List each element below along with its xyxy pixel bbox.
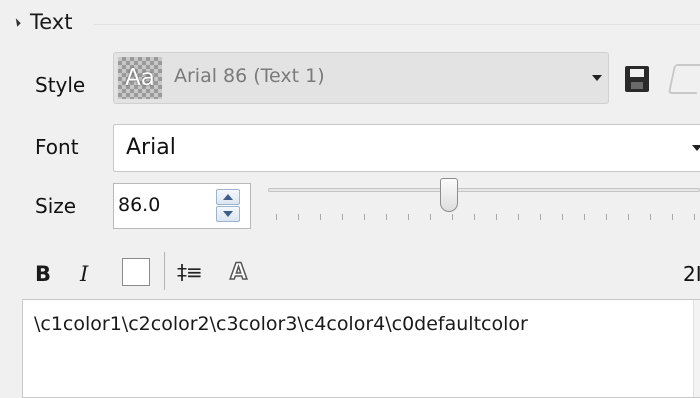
chevron-down-icon[interactable]: [692, 145, 700, 151]
slider-tick: [518, 214, 519, 220]
slider-tick: [474, 214, 475, 220]
slider-tick: [430, 214, 431, 220]
size-slider-thumb[interactable]: [440, 178, 459, 212]
slider-tick: [320, 214, 321, 220]
style-dropdown[interactable]: Aa Arial 86 (Text 1): [113, 52, 609, 104]
spin-down-button[interactable]: [216, 206, 240, 222]
spin-up-button[interactable]: [216, 189, 240, 205]
size-slider-track[interactable]: [268, 188, 700, 192]
slider-tick: [276, 214, 277, 220]
save-icon[interactable]: [625, 66, 649, 92]
font-value: Arial: [126, 135, 176, 160]
eraser-icon[interactable]: [667, 64, 700, 94]
section-title: Text: [30, 10, 73, 34]
chevron-down-icon[interactable]: [592, 75, 602, 81]
slider-tick: [650, 214, 651, 220]
style-label: Style: [35, 73, 86, 97]
size-slider-ticks: [268, 214, 700, 222]
size-spinbox[interactable]: 86.0: [113, 183, 251, 229]
italic-button[interactable]: I: [80, 262, 88, 286]
text-editor-scrollbar[interactable]: [693, 300, 700, 397]
font-label: Font: [35, 135, 79, 159]
collapse-arrow-icon[interactable]: [12, 18, 21, 27]
slider-tick: [628, 214, 629, 220]
toolbar-separator: [164, 252, 165, 290]
slider-tick: [562, 214, 563, 220]
slider-tick: [694, 214, 695, 220]
style-preview-swatch: Aa: [118, 57, 162, 99]
slider-tick: [452, 214, 453, 220]
size-label: Size: [35, 194, 77, 218]
slider-tick: [584, 214, 585, 220]
section-divider: [94, 24, 700, 25]
text-section-header[interactable]: Text: [0, 8, 700, 38]
slider-tick: [364, 214, 365, 220]
style-value: Arial 86 (Text 1): [174, 65, 325, 87]
slider-tick: [408, 214, 409, 220]
text-editor-content[interactable]: \c1color1\c2color2\c3color3\c4color4\c0d…: [34, 313, 528, 335]
text-color-swatch[interactable]: [122, 258, 150, 286]
size-value[interactable]: 86.0: [118, 194, 160, 216]
text-properties-panel: Text Style Aa Arial 86 (Text 1) Font Ari…: [0, 0, 700, 398]
text-editor[interactable]: \c1color1\c2color2\c3color3\c4color4\c0d…: [22, 299, 700, 398]
bold-button[interactable]: B: [35, 262, 51, 286]
outline-text-icon[interactable]: A: [229, 259, 248, 286]
slider-tick: [540, 214, 541, 220]
slider-tick: [298, 214, 299, 220]
slider-tick: [606, 214, 607, 220]
slider-tick: [672, 214, 673, 220]
line-spacing-icon[interactable]: ‡≡: [177, 260, 203, 284]
slider-tick: [342, 214, 343, 220]
slider-tick: [386, 214, 387, 220]
toolbar-right-text: 2I: [683, 262, 700, 286]
font-dropdown[interactable]: Arial: [113, 124, 700, 172]
slider-tick: [496, 214, 497, 220]
